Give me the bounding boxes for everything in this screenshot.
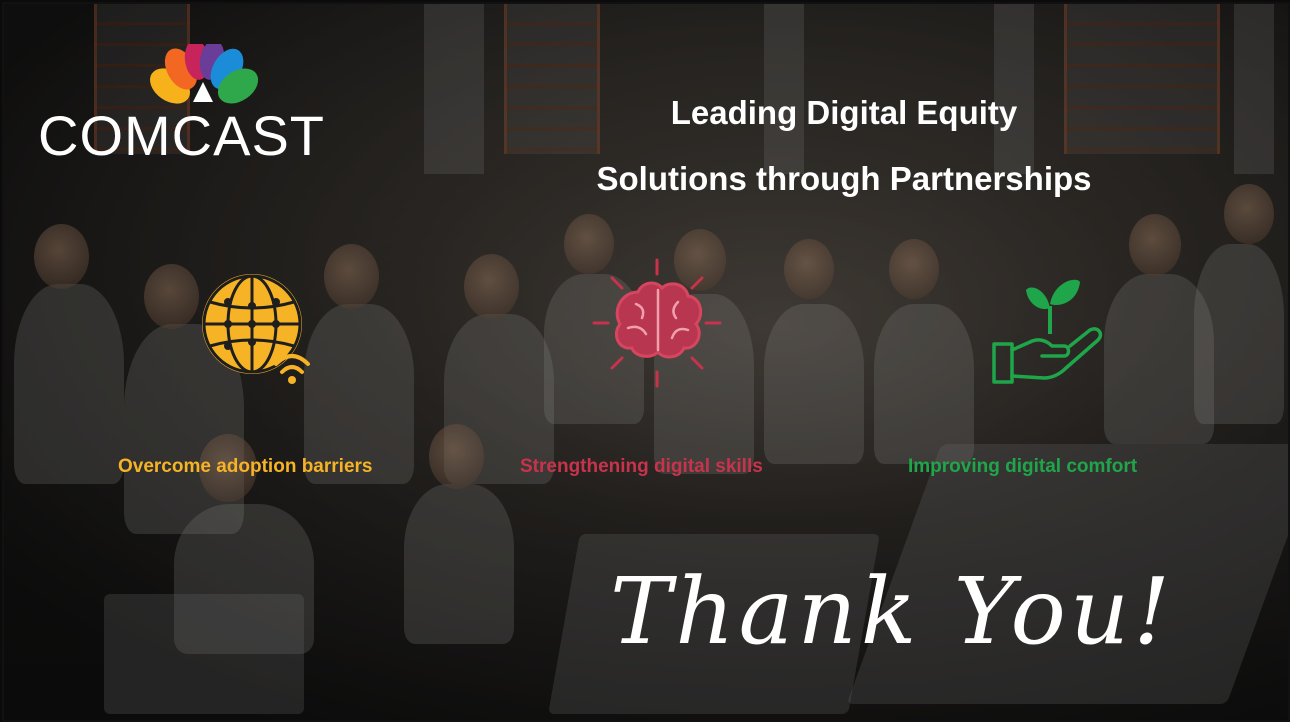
title-line-2: Solutions through Partnerships [596,160,1092,197]
caption-digital-skills: Strengthening digital skills [520,456,763,477]
slide-title: Leading Digital Equity Solutions through… [544,80,1144,212]
brain-icon [592,258,722,393]
globe-wifi-icon [200,272,320,395]
title-line-1: Leading Digital Equity [670,94,1018,131]
slide: COMCAST Leading Digital Equity Solutions… [2,2,1290,722]
peacock-icon [150,44,259,104]
thank-you-text: Thank You! [610,558,1175,665]
plant-in-hand-icon [990,274,1110,394]
caption-digital-comfort: Improving digital comfort [908,456,1138,477]
logo-wordmark: COMCAST [38,104,325,167]
caption-adoption-barriers: Overcome adoption barriers [118,456,373,477]
comcast-logo: COMCAST [38,44,378,174]
